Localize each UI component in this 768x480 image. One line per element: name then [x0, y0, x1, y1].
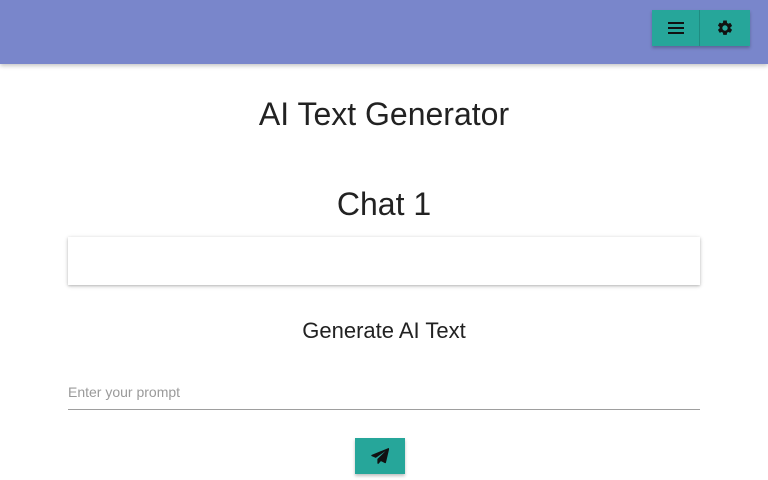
gear-icon: [718, 20, 733, 35]
top-app-bar: [0, 0, 768, 64]
header-button-group: [652, 10, 750, 46]
prompt-input[interactable]: [68, 374, 700, 410]
chat-title: Chat 1: [336, 186, 432, 222]
settings-button[interactable]: [699, 10, 750, 46]
menu-button[interactable]: [652, 10, 699, 46]
page-title: AI Text Generator: [258, 96, 510, 132]
chat-messages-panel: [68, 237, 700, 285]
paper-plane-icon: [371, 448, 389, 464]
app-root: AI Text Generator Chat 1 Generate AI Tex…: [0, 0, 768, 480]
send-button[interactable]: [355, 438, 405, 474]
generate-section-title: Generate AI Text: [302, 318, 466, 343]
menu-icon: [667, 22, 684, 34]
